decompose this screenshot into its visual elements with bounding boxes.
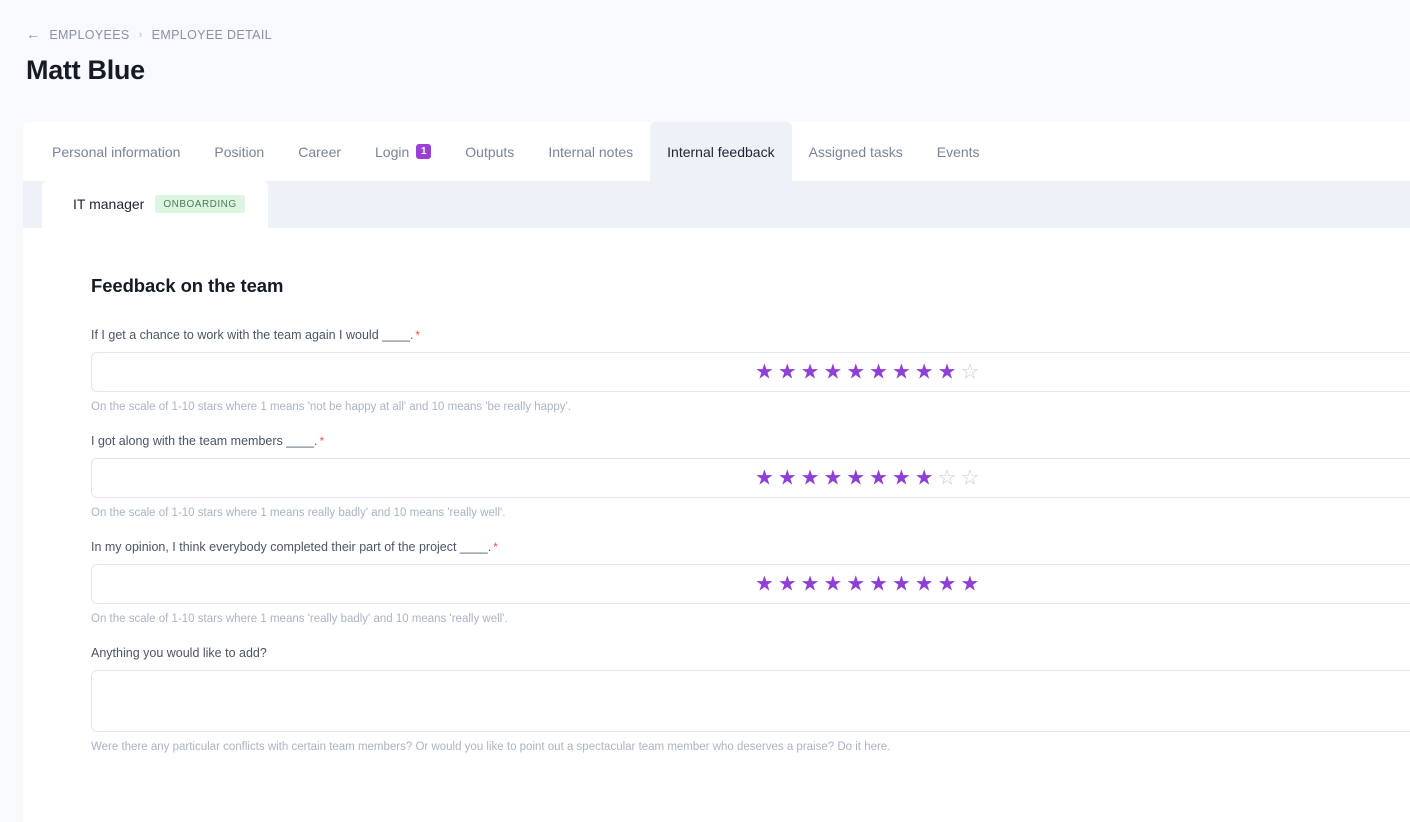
field-label: In my opinion, I think everybody complet… (91, 540, 1410, 554)
field-label: I got along with the team members ____. * (91, 434, 1410, 448)
field-label-text: I got along with the team members ____. (91, 434, 318, 448)
star-filled-icon[interactable]: ★ (960, 574, 979, 595)
fields-container: If I get a chance to work with the team … (91, 328, 1410, 753)
tab-badge-count: 1 (416, 144, 432, 159)
star-empty-icon[interactable]: ☆ (938, 468, 957, 489)
field-label: If I get a chance to work with the team … (91, 328, 1410, 342)
tab-events[interactable]: Events (920, 122, 997, 181)
tab-label: Assigned tasks (808, 143, 903, 160)
tab-personal-information[interactable]: Personal information (35, 122, 197, 181)
star-filled-icon[interactable]: ★ (938, 574, 957, 595)
required-asterisk-icon: * (319, 434, 325, 448)
tab-bar: Personal information Position Career Login 1… (23, 122, 1410, 181)
rating-input[interactable]: ★ ★ ★ ★ ★ ★ ★ ★ ☆ ☆ (91, 458, 1410, 498)
star-filled-icon[interactable]: ★ (846, 468, 865, 489)
star-filled-icon[interactable]: ★ (823, 362, 842, 383)
field-helper-text: On the scale of 1-10 stars where 1 means… (91, 401, 571, 413)
star-filled-icon[interactable]: ★ (846, 362, 865, 383)
star-filled-icon[interactable]: ★ (869, 574, 888, 595)
required-asterisk-icon: * (493, 540, 498, 554)
star-filled-icon[interactable]: ★ (778, 574, 797, 595)
comment-textarea[interactable] (91, 670, 1410, 732)
star-filled-icon[interactable]: ★ (915, 362, 934, 383)
status-badge: ONBOARDING (155, 195, 245, 213)
feedback-form: Feedback on the team If I get a chance t… (23, 228, 1410, 753)
star-filled-icon[interactable]: ★ (755, 362, 774, 383)
tab-assigned-tasks[interactable]: Assigned tasks (792, 122, 920, 181)
star-rating[interactable]: ★ ★ ★ ★ ★ ★ ★ ★ ★ ☆ (755, 362, 979, 383)
section-title: Feedback on the team (91, 275, 284, 296)
star-filled-icon[interactable]: ★ (869, 468, 888, 489)
tab-label: Career (298, 143, 342, 160)
star-filled-icon[interactable]: ★ (892, 468, 911, 489)
tab-label: Login (375, 143, 410, 160)
star-filled-icon[interactable]: ★ (801, 468, 820, 489)
breadcrumb-current: EMPLOYEE DETAIL (151, 28, 272, 42)
field-helper-text: On the scale of 1-10 stars where 1 means… (91, 613, 508, 625)
field-label-text: If I get a chance to work with the team … (91, 328, 414, 342)
field-helper-text: Were there any particular conflicts with… (91, 741, 891, 753)
form-field: If I get a chance to work with the team … (91, 328, 1410, 413)
breadcrumb-separator-icon: › (138, 29, 143, 41)
tab-label: Internal notes (548, 143, 634, 160)
tab-internal-notes[interactable]: Internal notes (531, 122, 650, 181)
form-field: I got along with the team members ____. *… (91, 434, 1410, 519)
tab-label: Personal information (52, 143, 181, 160)
tab-login[interactable]: Login 1 (358, 122, 448, 181)
field-label-text: Anything you would like to add? (91, 646, 267, 660)
star-filled-icon[interactable]: ★ (801, 574, 820, 595)
breadcrumb-link-employees[interactable]: EMPLOYEES (49, 28, 129, 42)
star-filled-icon[interactable]: ★ (801, 362, 820, 383)
star-filled-icon[interactable]: ★ (846, 574, 865, 595)
subtab-strip: IT manager ONBOARDING (23, 181, 1410, 228)
field-label-text: In my opinion, I think everybody complet… (91, 540, 492, 554)
tab-position[interactable]: Position (197, 122, 281, 181)
required-asterisk-icon: * (415, 328, 421, 342)
star-rating[interactable]: ★ ★ ★ ★ ★ ★ ★ ★ ★ ★ (755, 574, 979, 595)
tab-internal-feedback[interactable]: Internal feedback (650, 122, 792, 181)
star-filled-icon[interactable]: ★ (823, 574, 842, 595)
field-label: Anything you would like to add? (91, 646, 1410, 660)
rating-input[interactable]: ★ ★ ★ ★ ★ ★ ★ ★ ★ ★ (91, 564, 1410, 604)
form-field: Anything you would like to add? Were ther… (91, 646, 1410, 753)
star-filled-icon[interactable]: ★ (823, 468, 842, 489)
tab-label: Internal feedback (667, 143, 775, 160)
tab-label: Events (936, 143, 980, 160)
subtab-label: IT manager (73, 196, 145, 212)
star-filled-icon[interactable]: ★ (892, 362, 911, 383)
star-filled-icon[interactable]: ★ (892, 574, 911, 595)
star-filled-icon[interactable]: ★ (915, 468, 934, 489)
subtab-it-manager[interactable]: IT manager ONBOARDING (42, 181, 268, 228)
arrow-left-icon[interactable]: ← (26, 27, 40, 41)
star-empty-icon[interactable]: ☆ (960, 362, 979, 383)
star-filled-icon[interactable]: ★ (938, 362, 957, 383)
star-empty-icon[interactable]: ☆ (960, 468, 979, 489)
form-field: In my opinion, I think everybody complet… (91, 540, 1410, 625)
star-filled-icon[interactable]: ★ (778, 468, 797, 489)
tab-label: Position (214, 143, 265, 160)
star-filled-icon[interactable]: ★ (869, 362, 888, 383)
star-filled-icon[interactable]: ★ (755, 574, 774, 595)
rating-input[interactable]: ★ ★ ★ ★ ★ ★ ★ ★ ★ ☆ (91, 352, 1410, 392)
star-rating[interactable]: ★ ★ ★ ★ ★ ★ ★ ★ ☆ ☆ (755, 468, 979, 489)
star-filled-icon[interactable]: ★ (755, 468, 774, 489)
page-title: Matt Blue (26, 55, 145, 85)
tab-label: Outputs (465, 143, 515, 160)
star-filled-icon[interactable]: ★ (915, 574, 934, 595)
star-filled-icon[interactable]: ★ (778, 362, 797, 383)
tab-outputs[interactable]: Outputs (448, 122, 531, 181)
breadcrumb: ← EMPLOYEES › EMPLOYEE DETAIL (26, 27, 272, 42)
field-helper-text: On the scale of 1-10 stars where 1 means… (91, 507, 506, 519)
tab-career[interactable]: Career (281, 122, 358, 181)
employee-detail-card: Personal information Position Career Login 1… (23, 122, 1410, 822)
